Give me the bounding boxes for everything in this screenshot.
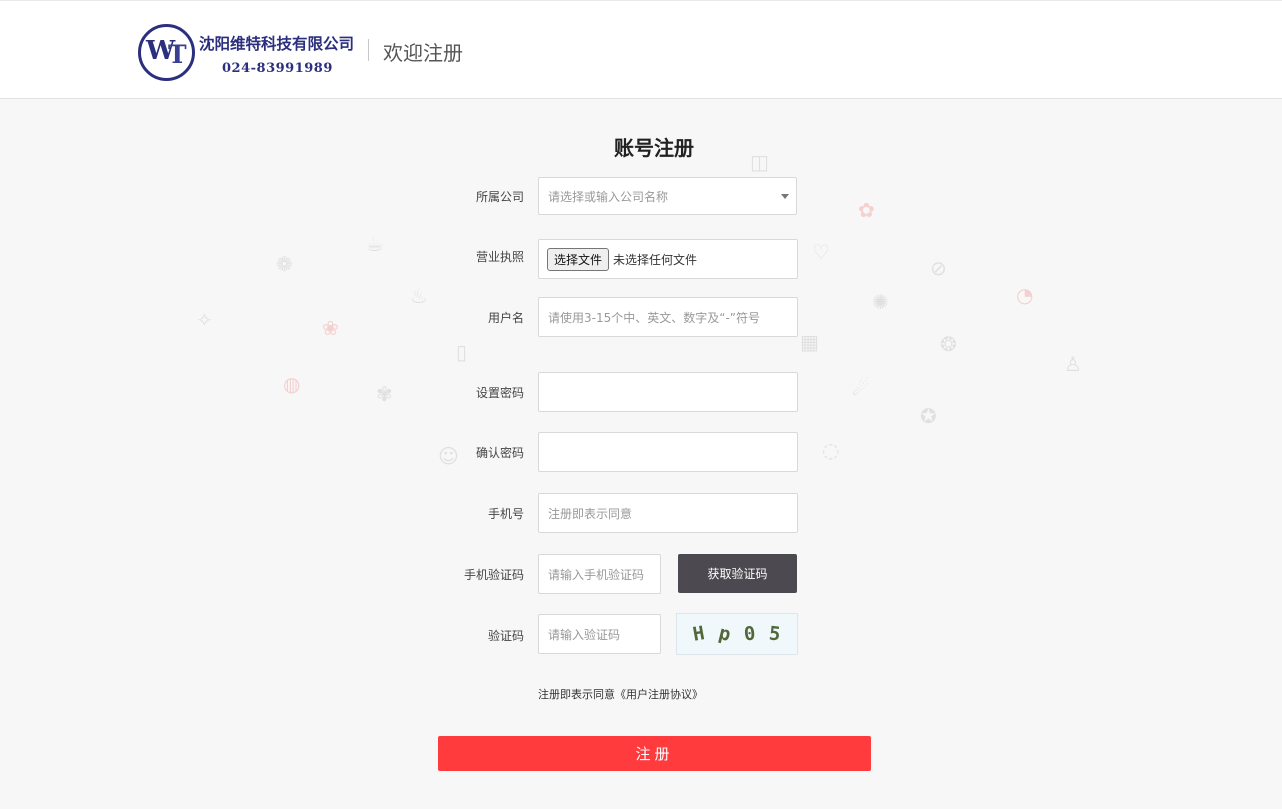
page-header: W T 沈阳维特科技有限公司 024-83991989 欢迎注册 — [0, 0, 1282, 99]
license-label: 营业执照 — [475, 250, 524, 264]
username-placeholder: 请使用3-15个中、英文、数字及“-”符号 — [548, 310, 760, 325]
dropdown-arrow-icon — [781, 194, 789, 199]
company-logo[interactable]: W T — [138, 24, 195, 81]
food-doodle-icon: ❀ — [322, 316, 339, 340]
food-doodle-icon: ✾ — [376, 382, 393, 406]
food-doodle-icon: ▦ — [800, 330, 819, 354]
captcha-char: H — [691, 622, 707, 646]
logo-letter-t: T — [168, 40, 187, 69]
food-doodle-icon: ◍ — [283, 372, 301, 396]
captcha-input[interactable]: 请输入验证码 — [538, 614, 661, 654]
captcha-image[interactable]: H p 0 5 — [676, 613, 798, 655]
captcha-char: p — [716, 621, 733, 647]
sms-code-label: 手机验证码 — [463, 568, 524, 582]
password-input[interactable] — [538, 372, 798, 412]
food-doodle-icon: ❂ — [940, 332, 957, 356]
agreement-prefix: 注册即表示同意 — [538, 688, 615, 701]
company-select[interactable]: 请选择或输入公司名称 — [538, 177, 797, 215]
choose-file-button[interactable]: 选择文件 — [547, 247, 610, 271]
phone-input[interactable]: 注册即表示同意 — [538, 493, 798, 533]
food-doodle-icon: ◌ — [822, 438, 840, 462]
food-doodle-icon: ⊘ — [930, 256, 947, 280]
password-label: 设置密码 — [475, 386, 524, 400]
sms-code-input[interactable]: 请输入手机验证码 — [538, 554, 661, 594]
sms-code-placeholder: 请输入手机验证码 — [548, 567, 645, 582]
captcha-placeholder: 请输入验证码 — [548, 627, 621, 642]
company-placeholder: 请选择或输入公司名称 — [548, 189, 669, 204]
welcome-title: 欢迎注册 — [383, 41, 463, 65]
food-doodle-icon: ♨ — [410, 284, 428, 308]
username-label: 用户名 — [487, 311, 524, 325]
phone-placeholder: 注册即表示同意 — [548, 506, 633, 521]
food-doodle-icon: ♡ — [812, 240, 830, 264]
captcha-char: 5 — [768, 622, 783, 646]
form-title: 账号注册 — [614, 136, 694, 160]
phone-label: 手机号 — [487, 507, 524, 521]
captcha-label: 验证码 — [487, 629, 524, 643]
get-sms-code-button[interactable]: 获取验证码 — [678, 554, 797, 593]
confirm-password-input[interactable] — [538, 432, 798, 472]
food-doodle-icon: ♙ — [1064, 352, 1082, 376]
food-doodle-icon: ▯ — [456, 340, 468, 364]
user-agreement-link[interactable]: 《用户注册协议》 — [615, 688, 703, 701]
food-doodle-icon: ✿ — [858, 198, 875, 222]
food-doodle-icon: ✪ — [920, 404, 937, 428]
company-label: 所属公司 — [475, 190, 524, 204]
confirm-password-label: 确认密码 — [475, 446, 524, 460]
license-file-input[interactable]: 选择文件 未选择任何文件 — [538, 239, 798, 279]
company-phone: 024-83991989 — [222, 61, 333, 76]
captcha-char: 0 — [743, 622, 757, 646]
username-input[interactable]: 请使用3-15个中、英文、数字及“-”符号 — [538, 297, 798, 337]
agreement-text: 注册即表示同意《用户注册协议》 — [538, 686, 703, 702]
food-doodle-icon: ❁ — [276, 252, 293, 276]
company-name: 沈阳维特科技有限公司 — [199, 35, 355, 53]
register-button[interactable]: 注册 — [438, 736, 871, 771]
header-divider — [368, 39, 369, 61]
food-doodle-icon: ◔ — [1016, 283, 1034, 307]
food-doodle-icon: ☕ — [366, 232, 384, 256]
food-doodle-icon: ☄ — [852, 376, 870, 400]
food-doodle-icon: ✧ — [196, 308, 213, 332]
food-doodle-icon: ✺ — [872, 290, 889, 314]
file-status: 未选择任何文件 — [613, 252, 698, 267]
